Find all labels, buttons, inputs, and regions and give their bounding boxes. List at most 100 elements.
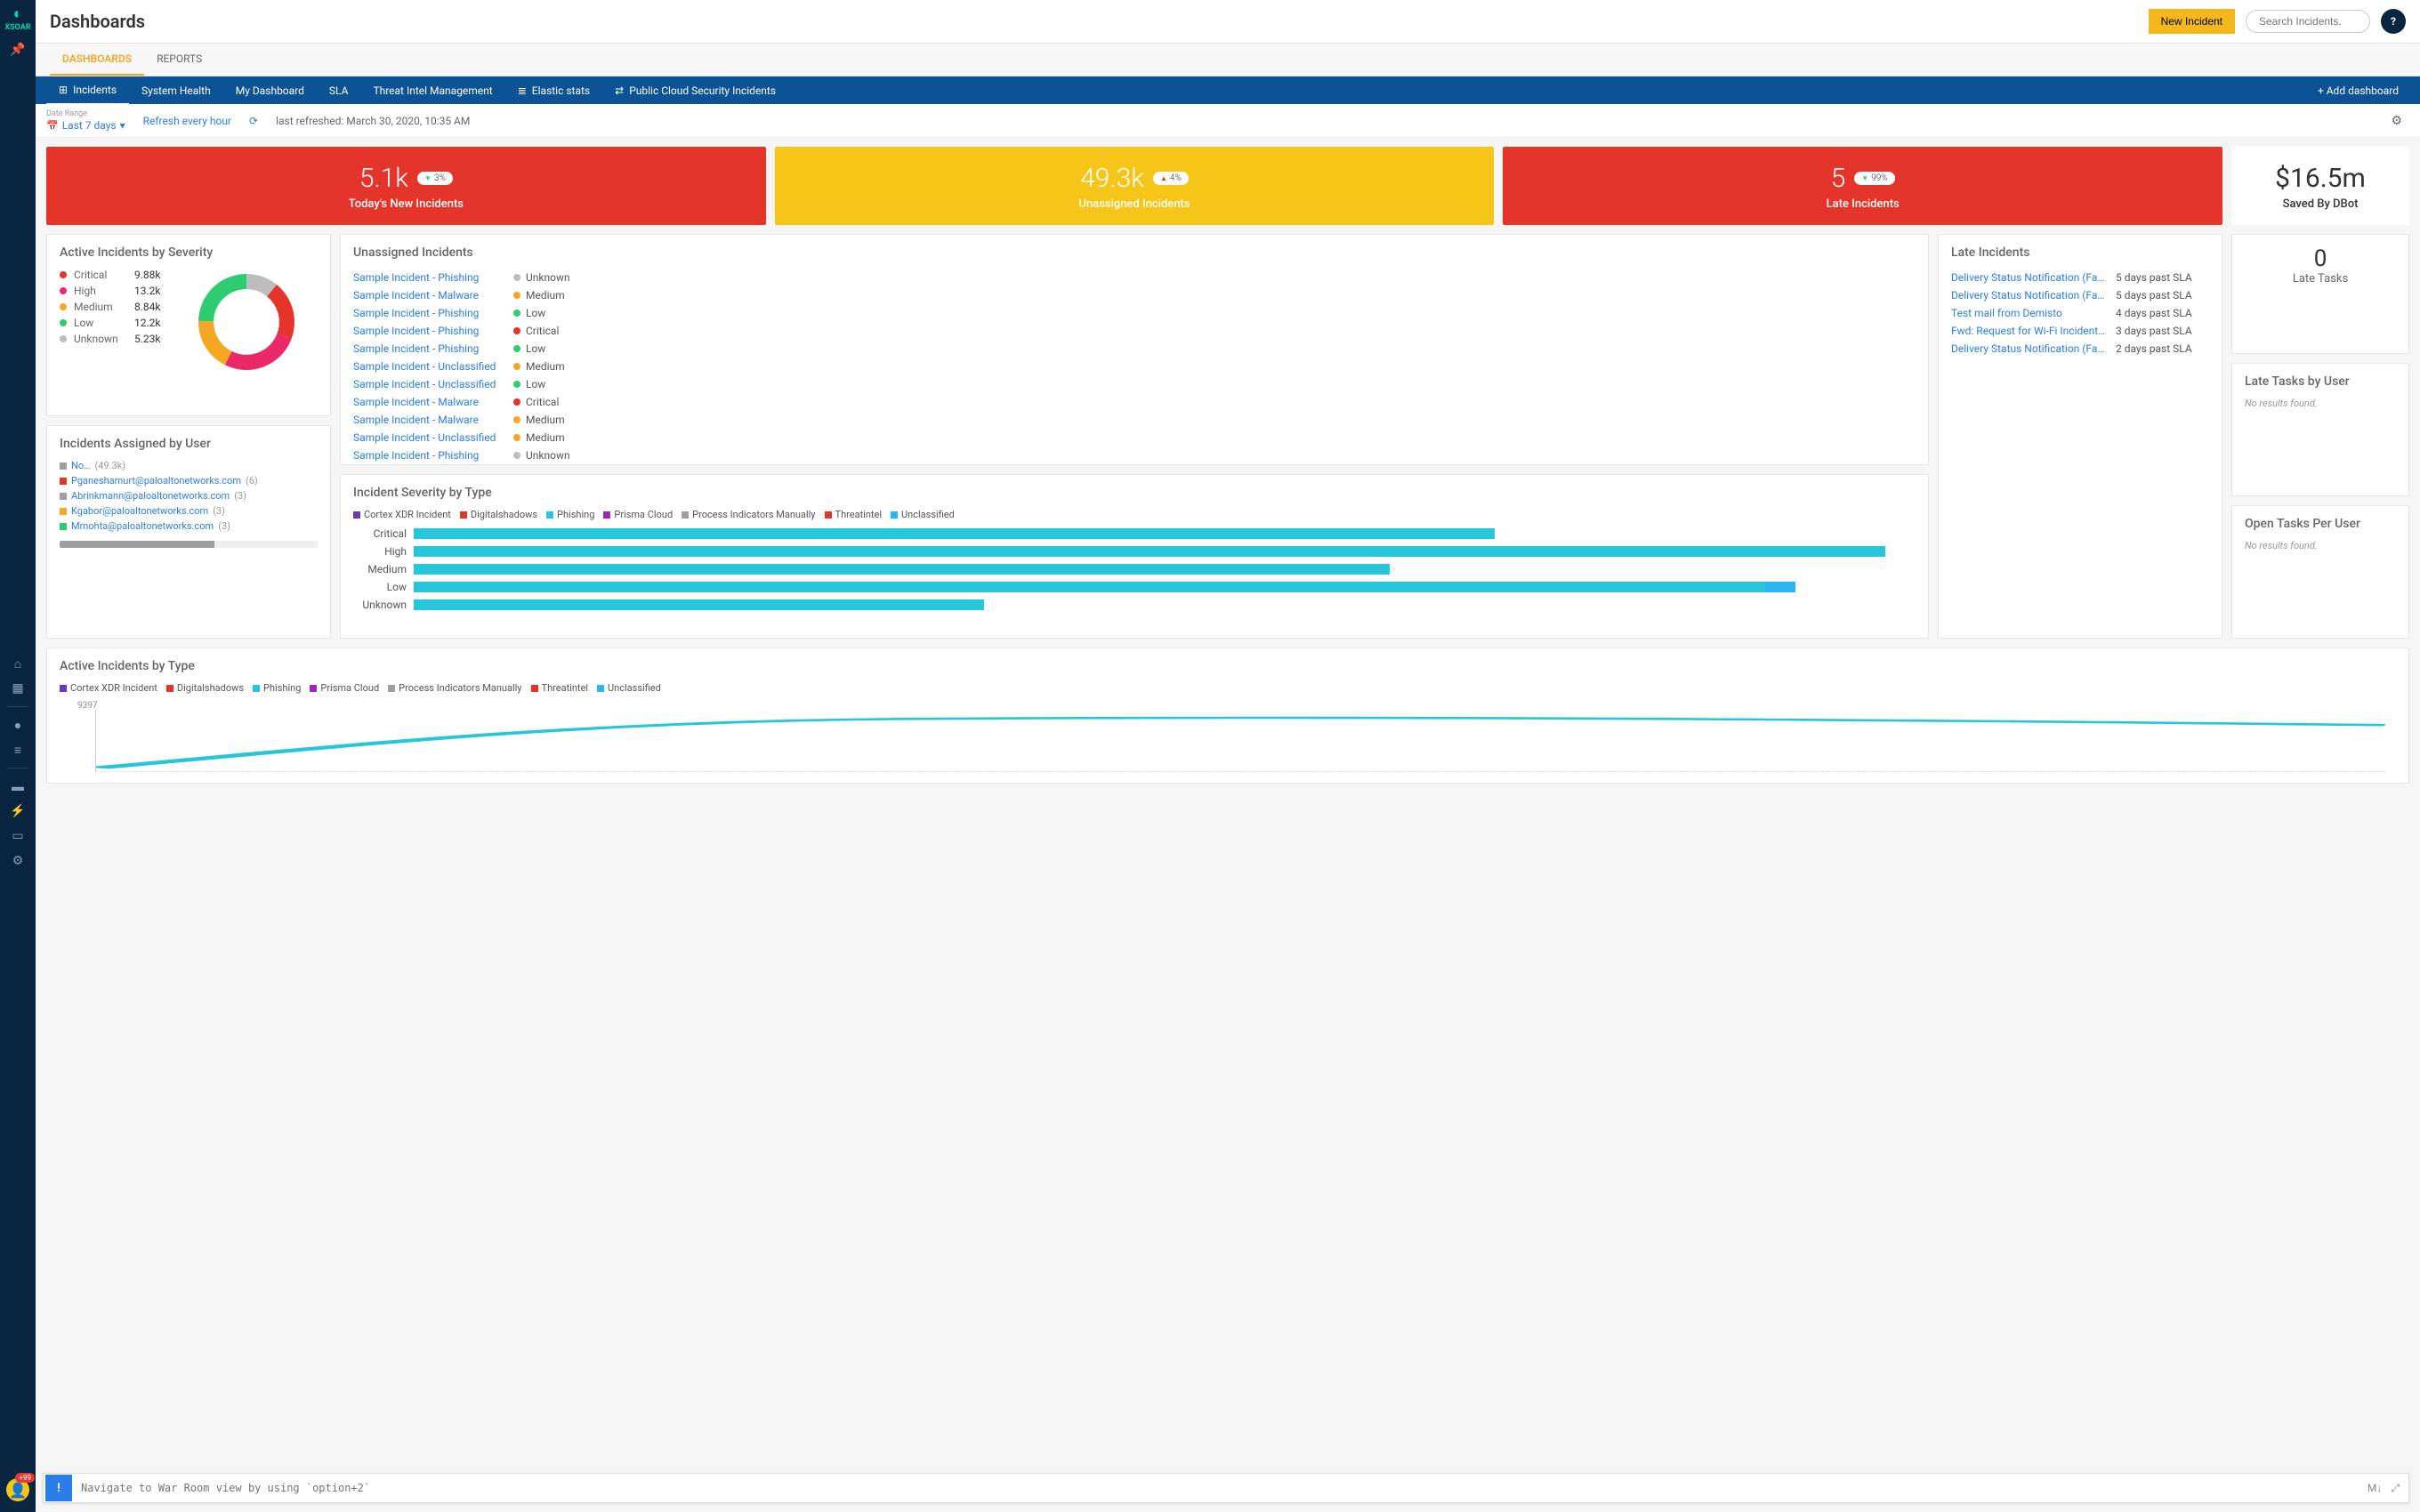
- card-assigned-by-user: Incidents Assigned by User No…(49.3k)Pga…: [46, 425, 331, 639]
- incident-row[interactable]: Sample Incident - PhishingLow: [353, 340, 1916, 358]
- legend-item[interactable]: Process Indicators Manually: [682, 509, 815, 520]
- help-button[interactable]: ?: [2381, 9, 2406, 34]
- incident-row[interactable]: Sample Incident - MalwareMedium: [353, 286, 1916, 304]
- legend-item[interactable]: Phishing: [253, 682, 301, 694]
- kpi-new-incidents[interactable]: 5.1k3% Today's New Incidents: [46, 147, 766, 225]
- legend-item[interactable]: Phishing: [546, 509, 594, 520]
- kpi-saved-dbot[interactable]: $16.5m Saved By DBot: [2231, 147, 2409, 225]
- incident-row[interactable]: Sample Incident - PhishingCritical: [353, 322, 1916, 340]
- notification-badge: +99: [15, 1473, 35, 1483]
- card-open-tasks-per-user: Open Tasks Per User No results found.: [2231, 505, 2409, 639]
- user-item[interactable]: Abrinkmann@paloaltonetworks.com(3): [60, 490, 246, 502]
- subtabs: DASHBOARDS REPORTS: [36, 44, 2420, 76]
- briefcase-icon[interactable]: ▭: [0, 824, 36, 848]
- severity-bar-row: Medium: [353, 563, 1916, 575]
- user-item[interactable]: Kgabor@paloaltonetworks.com(3): [60, 505, 225, 517]
- incident-row[interactable]: Sample Incident - PhishingUnknown: [353, 269, 1916, 286]
- command-icon[interactable]: !: [45, 1475, 72, 1501]
- card-active-by-type: Active Incidents by Type Cortex XDR Inci…: [46, 647, 2409, 784]
- sliders-icon[interactable]: ≡: [0, 737, 36, 762]
- settings-gear-icon[interactable]: ⚙: [2391, 114, 2409, 128]
- severity-item[interactable]: Unknown5.23k: [60, 333, 160, 345]
- page-title: Dashboards: [50, 11, 2138, 32]
- late-incident-row[interactable]: Delivery Status Notification (Fail…5 day…: [1951, 286, 2209, 304]
- expand-icon[interactable]: ⤢: [2391, 1482, 2400, 1495]
- tab-reports[interactable]: REPORTS: [144, 44, 214, 76]
- avatar[interactable]: 👤+99: [6, 1478, 29, 1501]
- refresh-icon[interactable]: ⟳: [249, 115, 258, 127]
- nav-my-dashboard[interactable]: My Dashboard: [223, 77, 317, 104]
- nav-threat-intel[interactable]: Threat Intel Management: [360, 77, 504, 104]
- assigned-bar: [60, 541, 318, 548]
- severity-item[interactable]: Medium8.84k: [60, 301, 160, 313]
- severity-item[interactable]: High13.2k: [60, 285, 160, 297]
- card-active-by-severity: Active Incidents by Severity Critical9.8…: [46, 234, 331, 416]
- legend-item[interactable]: Threatintel: [825, 509, 883, 520]
- book-icon[interactable]: ▬: [0, 774, 36, 799]
- markdown-toggle[interactable]: M↓: [2368, 1482, 2382, 1495]
- date-range-picker[interactable]: Date Range Last 7 days ▾: [46, 109, 125, 132]
- incident-row[interactable]: Sample Incident - PhishingLow: [353, 304, 1916, 322]
- card-severity-by-type: Incident Severity by Type Cortex XDR Inc…: [340, 474, 1929, 639]
- severity-item[interactable]: Low12.2k: [60, 317, 160, 329]
- bolt-icon[interactable]: ⚡: [0, 799, 36, 824]
- card-late-tasks[interactable]: 0 Late Tasks: [2231, 234, 2409, 354]
- severity-item[interactable]: Critical9.88k: [60, 269, 160, 281]
- legend-item[interactable]: Digitalshadows: [166, 682, 244, 694]
- nav-sla[interactable]: SLA: [317, 77, 361, 104]
- legend-item[interactable]: Cortex XDR Incident: [60, 682, 157, 694]
- brand-logo[interactable]: ◐ XSOAR: [0, 0, 36, 36]
- left-sidebar: ◐ XSOAR 📌 ⌂ ▦ ● ≡ ▬ ⚡ ▭ ⚙ 👤+99: [0, 0, 36, 1512]
- user-item[interactable]: Pganeshamurt@paloaltonetworks.com(6): [60, 475, 258, 487]
- refresh-interval-link[interactable]: Refresh every hour: [143, 115, 231, 127]
- severity-bar-row: Unknown: [353, 599, 1916, 611]
- legend-item[interactable]: Prisma Cloud: [310, 682, 379, 694]
- nav-public-cloud[interactable]: ⇄Public Cloud Security Incidents: [602, 77, 788, 104]
- late-incident-row[interactable]: Delivery Status Notification (Fail…5 day…: [1951, 269, 2209, 286]
- legend-item[interactable]: Unclassified: [891, 509, 955, 520]
- filter-row: Date Range Last 7 days ▾ Refresh every h…: [36, 104, 2420, 138]
- incident-row[interactable]: Sample Incident - UnclassifiedMedium: [353, 358, 1916, 375]
- legend-item[interactable]: Cortex XDR Incident: [353, 509, 451, 520]
- home-icon[interactable]: ⌂: [0, 651, 36, 676]
- new-incident-button[interactable]: New Incident: [2149, 9, 2235, 34]
- incident-row[interactable]: Sample Incident - PhishingUnknown: [353, 446, 1916, 464]
- bomb-icon[interactable]: ●: [0, 712, 36, 737]
- legend-item[interactable]: Digitalshadows: [460, 509, 537, 520]
- late-incident-row[interactable]: Delivery Status Notification (Fail…2 day…: [1951, 340, 2209, 358]
- card-late-tasks-by-user: Late Tasks by User No results found.: [2231, 363, 2409, 496]
- legend-item[interactable]: Process Indicators Manually: [388, 682, 521, 694]
- legend-item[interactable]: Prisma Cloud: [603, 509, 673, 520]
- late-incident-row[interactable]: Fwd: Request for Wi-Fi Incident …3 days …: [1951, 322, 2209, 340]
- legend-item[interactable]: Threatintel: [531, 682, 589, 694]
- kpi-unassigned[interactable]: 49.3k4% Unassigned Incidents: [775, 147, 1495, 225]
- card-unassigned-incidents: Unassigned Incidents Sample Incident - P…: [340, 234, 1929, 465]
- late-incident-row[interactable]: Test mail from Demisto4 days past SLA: [1951, 304, 2209, 322]
- gear-icon[interactable]: ⚙: [0, 848, 36, 873]
- command-input[interactable]: [74, 1482, 2368, 1494]
- calendar-icon: [46, 119, 59, 132]
- pin-icon[interactable]: 📌: [10, 43, 25, 57]
- severity-bar-row: Low: [353, 581, 1916, 593]
- severity-donut-chart: [193, 269, 300, 375]
- incident-row[interactable]: Sample Incident - UnclassifiedMedium: [353, 429, 1916, 446]
- add-dashboard-button[interactable]: + Add dashboard: [2307, 77, 2409, 104]
- dashboard-icon[interactable]: ▦: [0, 676, 36, 701]
- incident-row[interactable]: Sample Incident - UnclassifiedLow: [353, 375, 1916, 393]
- topbar: Dashboards New Incident ?: [36, 0, 2420, 44]
- nav-system-health[interactable]: System Health: [129, 77, 223, 104]
- sparkline-chart: [96, 710, 2385, 771]
- command-bar: ! M↓ ⤢: [43, 1473, 2409, 1503]
- incident-row[interactable]: Sample Incident - MalwareCritical: [353, 393, 1916, 411]
- user-item[interactable]: Mmohta@paloaltonetworks.com(3): [60, 520, 230, 532]
- nav-incidents[interactable]: ⊞Incidents: [46, 76, 129, 105]
- user-item[interactable]: No…(49.3k): [60, 460, 125, 471]
- last-refreshed-text: last refreshed: March 30, 2020, 10:35 AM: [276, 115, 470, 127]
- tab-dashboards[interactable]: DASHBOARDS: [50, 44, 144, 76]
- nav-elastic-stats[interactable]: ≣Elastic stats: [505, 77, 602, 104]
- kpi-late[interactable]: 599% Late Incidents: [1503, 147, 2222, 225]
- legend-item[interactable]: Unclassified: [597, 682, 661, 694]
- search-input[interactable]: [2246, 10, 2370, 33]
- severity-bar-row: High: [353, 545, 1916, 558]
- incident-row[interactable]: Sample Incident - MalwareMedium: [353, 411, 1916, 429]
